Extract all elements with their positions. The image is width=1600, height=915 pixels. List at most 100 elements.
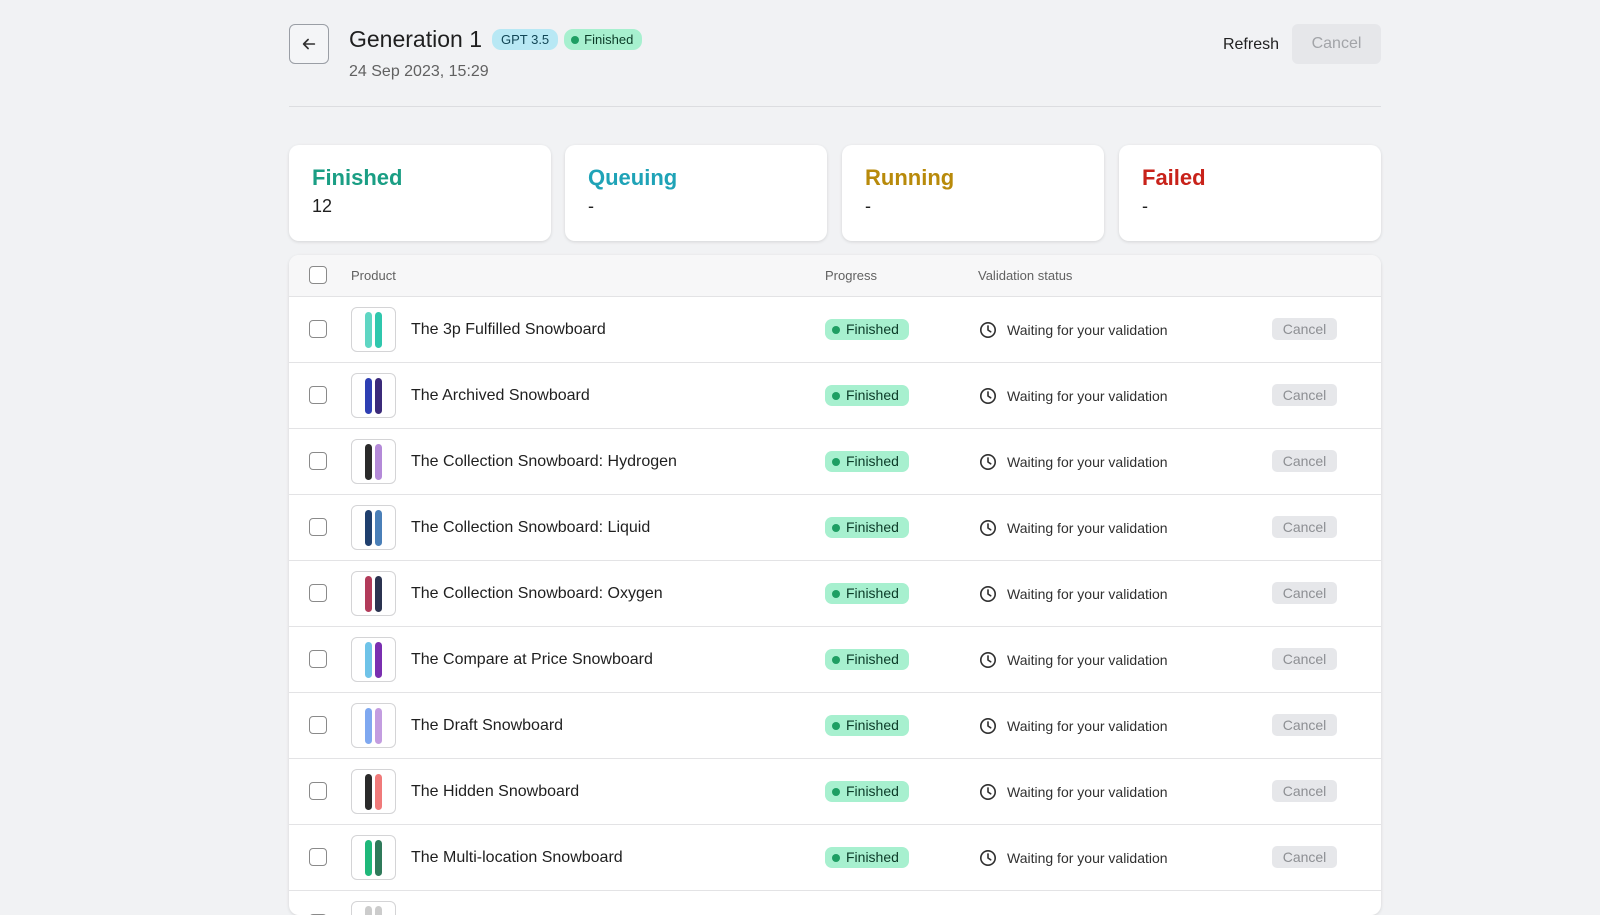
clock-icon (979, 585, 997, 603)
validation-status: Waiting for your validation (979, 759, 1168, 824)
snowboard-icon (375, 642, 382, 678)
header-divider (289, 106, 1381, 107)
snowboard-icon (365, 708, 372, 744)
status-badge: Finished (564, 29, 642, 50)
table-row[interactable]: The Collection Snowboard: Hydrogen Finis… (289, 429, 1381, 495)
snowboard-icon (375, 840, 382, 876)
stat-label: Running (865, 165, 954, 191)
table-header: Product Progress Validation status (289, 255, 1381, 297)
progress-badge: Finished (825, 649, 909, 670)
progress-badge: Finished (825, 781, 909, 802)
select-all-checkbox[interactable] (309, 266, 327, 284)
product-thumbnail (351, 373, 396, 418)
row-checkbox[interactable] (309, 848, 327, 866)
snowboard-icon (365, 840, 372, 876)
progress-badge: Finished (825, 385, 909, 406)
snowboard-icon (375, 378, 382, 414)
snowboard-icon (365, 444, 372, 480)
validation-text: Waiting for your validation (1007, 520, 1168, 536)
validation-status: Waiting for your validation (979, 429, 1168, 494)
snowboard-icon (365, 642, 372, 678)
clock-icon (979, 651, 997, 669)
cancel-button[interactable]: Cancel (1292, 24, 1381, 64)
table-row[interactable]: The Collection Snowboard: Oxygen Finishe… (289, 561, 1381, 627)
row-checkbox[interactable] (309, 782, 327, 800)
products-table: Product Progress Validation status The 3… (289, 255, 1381, 915)
product-name[interactable]: The Multi-location Snowboard (411, 825, 623, 890)
table-row[interactable]: The Compare at Price Snowboard Finished … (289, 627, 1381, 693)
stat-value: - (588, 196, 594, 217)
table-row[interactable]: The Hidden Snowboard Finished Waiting fo… (289, 759, 1381, 825)
clock-icon (979, 453, 997, 471)
row-cancel-button[interactable]: Cancel (1272, 516, 1337, 538)
product-name[interactable]: The Collection Snowboard: Hydrogen (411, 429, 677, 494)
back-button[interactable] (289, 24, 329, 64)
snowboard-icon (365, 576, 372, 612)
product-thumbnail (351, 835, 396, 880)
snowboard-icon (375, 312, 382, 348)
row-cancel-button[interactable]: Cancel (1272, 384, 1337, 406)
stat-card-queuing: Queuing - (565, 145, 827, 241)
row-checkbox[interactable] (309, 386, 327, 404)
snowboard-icon (375, 576, 382, 612)
row-checkbox[interactable] (309, 650, 327, 668)
row-cancel-button[interactable]: Cancel (1272, 846, 1337, 868)
model-badge: GPT 3.5 (492, 29, 558, 50)
table-row[interactable]: The Collection Snowboard: Liquid Finishe… (289, 495, 1381, 561)
progress-badge: Finished (825, 319, 909, 340)
row-cancel-button[interactable]: Cancel (1272, 318, 1337, 340)
table-row[interactable]: The Draft Snowboard Finished Waiting for… (289, 693, 1381, 759)
row-cancel-button[interactable]: Cancel (1272, 714, 1337, 736)
refresh-button[interactable]: Refresh (1223, 33, 1279, 57)
column-header-progress: Progress (825, 255, 877, 296)
status-dot-icon (832, 326, 840, 334)
snowboard-icon (375, 510, 382, 546)
product-name[interactable]: The Compare at Price Snowboard (411, 627, 653, 692)
stat-value: 12 (312, 196, 332, 217)
row-cancel-button[interactable]: Cancel (1272, 648, 1337, 670)
product-name[interactable]: The Collection Snowboard: Liquid (411, 495, 650, 560)
progress-label: Finished (846, 385, 899, 406)
product-name[interactable]: The Draft Snowboard (411, 693, 563, 758)
row-checkbox[interactable] (309, 716, 327, 734)
validation-text: Waiting for your validation (1007, 454, 1168, 470)
table-row[interactable] (289, 891, 1381, 915)
snowboard-icon (375, 444, 382, 480)
stat-value: - (865, 196, 871, 217)
row-cancel-button[interactable]: Cancel (1272, 450, 1337, 472)
validation-text: Waiting for your validation (1007, 388, 1168, 404)
arrow-left-icon (300, 35, 318, 53)
row-checkbox[interactable] (309, 320, 327, 338)
validation-text: Waiting for your validation (1007, 784, 1168, 800)
progress-badge: Finished (825, 847, 909, 868)
row-checkbox[interactable] (309, 452, 327, 470)
progress-label: Finished (846, 781, 899, 802)
product-name[interactable]: The Collection Snowboard: Oxygen (411, 561, 663, 626)
row-cancel-button[interactable]: Cancel (1272, 780, 1337, 802)
validation-status: Waiting for your validation (979, 297, 1168, 362)
row-checkbox[interactable] (309, 518, 327, 536)
progress-badge: Finished (825, 583, 909, 604)
progress-label: Finished (846, 451, 899, 472)
validation-status: Waiting for your validation (979, 825, 1168, 890)
progress-label: Finished (846, 847, 899, 868)
product-name[interactable]: The Hidden Snowboard (411, 759, 579, 824)
table-row[interactable]: The Archived Snowboard Finished Waiting … (289, 363, 1381, 429)
page-title: Generation 1 (349, 26, 482, 53)
table-row[interactable]: The 3p Fulfilled Snowboard Finished Wait… (289, 297, 1381, 363)
status-dot-icon (832, 458, 840, 466)
product-name[interactable]: The 3p Fulfilled Snowboard (411, 297, 606, 362)
row-cancel-button[interactable]: Cancel (1272, 582, 1337, 604)
snowboard-icon (365, 510, 372, 546)
column-header-validation: Validation status (978, 255, 1072, 296)
row-checkbox[interactable] (309, 584, 327, 602)
product-thumbnail (351, 307, 396, 352)
progress-badge: Finished (825, 451, 909, 472)
product-thumbnail (351, 505, 396, 550)
product-name[interactable]: The Archived Snowboard (411, 363, 590, 428)
stat-card-finished: Finished 12 (289, 145, 551, 241)
product-thumbnail (351, 571, 396, 616)
validation-text: Waiting for your validation (1007, 652, 1168, 668)
stat-label: Queuing (588, 165, 677, 191)
table-row[interactable]: The Multi-location Snowboard Finished Wa… (289, 825, 1381, 891)
